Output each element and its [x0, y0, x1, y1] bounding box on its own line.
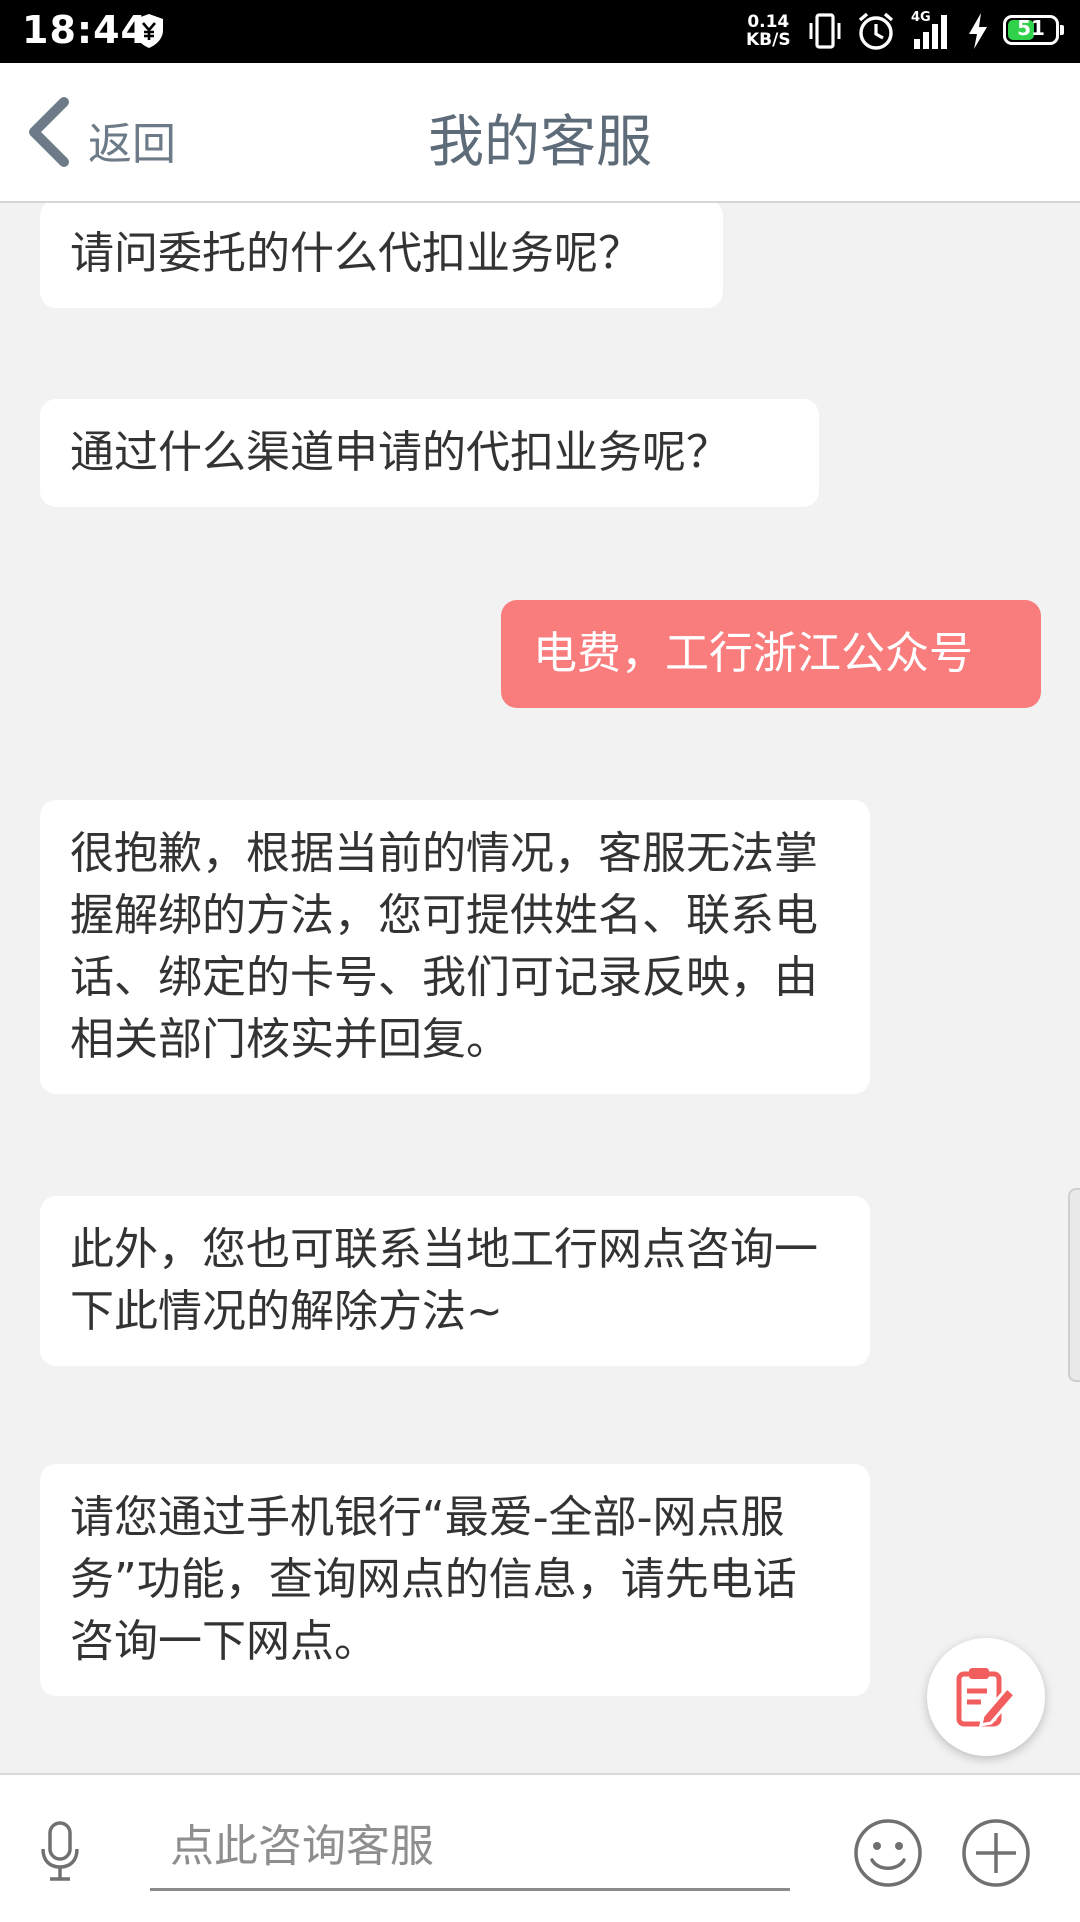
alarm-icon [858, 12, 894, 50]
message-bubble-bot: 此外，您也可联系当地工行网点咨询一下此情况的解除方法~ [40, 1196, 870, 1366]
charging-icon [969, 13, 987, 49]
status-bar: 18:44 0.14 KB/S 4G 51 [0, 0, 1080, 63]
vibrate-icon [809, 13, 841, 49]
message-bubble-bot: 请您通过手机银行“最爱-全部-网点服务”功能，查询网点的信息，请先电话咨询一下网… [40, 1464, 870, 1696]
plus-circle-icon[interactable] [960, 1817, 1032, 1889]
battery-level: 51 [1017, 16, 1045, 40]
message-bubble-bot: 通过什么渠道申请的代扣业务呢？ [40, 399, 819, 507]
signal-icon [914, 15, 947, 49]
chat-area[interactable]: 请问委托的什么代扣业务呢？ 通过什么渠道申请的代扣业务呢？ 电费，工行浙江公众号… [0, 203, 1080, 1773]
message-bubble-bot: 很抱歉，根据当前的情况，客服无法掌握解绑的方法，您可提供姓名、联系电话、绑定的卡… [40, 800, 870, 1094]
battery-icon: 51 [1003, 15, 1064, 45]
shield-yen-icon [135, 14, 163, 48]
network-speed: 0.14 KB/S [746, 13, 791, 49]
header-bar: 返回 我的客服 [0, 63, 1080, 203]
network-speed-unit: KB/S [746, 30, 791, 50]
smiley-icon[interactable] [852, 1817, 924, 1889]
message-bubble-user: 电费，工行浙江公众号 [501, 600, 1041, 708]
edit-form-icon [956, 1668, 1018, 1727]
network-speed-value: 0.14 [747, 12, 790, 32]
page-title: 我的客服 [428, 110, 652, 175]
consult-input[interactable] [150, 1805, 790, 1891]
feedback-fab-button[interactable] [927, 1638, 1045, 1756]
scroll-handle[interactable] [1068, 1188, 1080, 1382]
message-bubble-bot: 请问委托的什么代扣业务呢？ [40, 203, 723, 308]
status-time: 18:44 [22, 8, 148, 52]
input-bar [0, 1773, 1080, 1922]
microphone-icon[interactable] [38, 1819, 82, 1883]
